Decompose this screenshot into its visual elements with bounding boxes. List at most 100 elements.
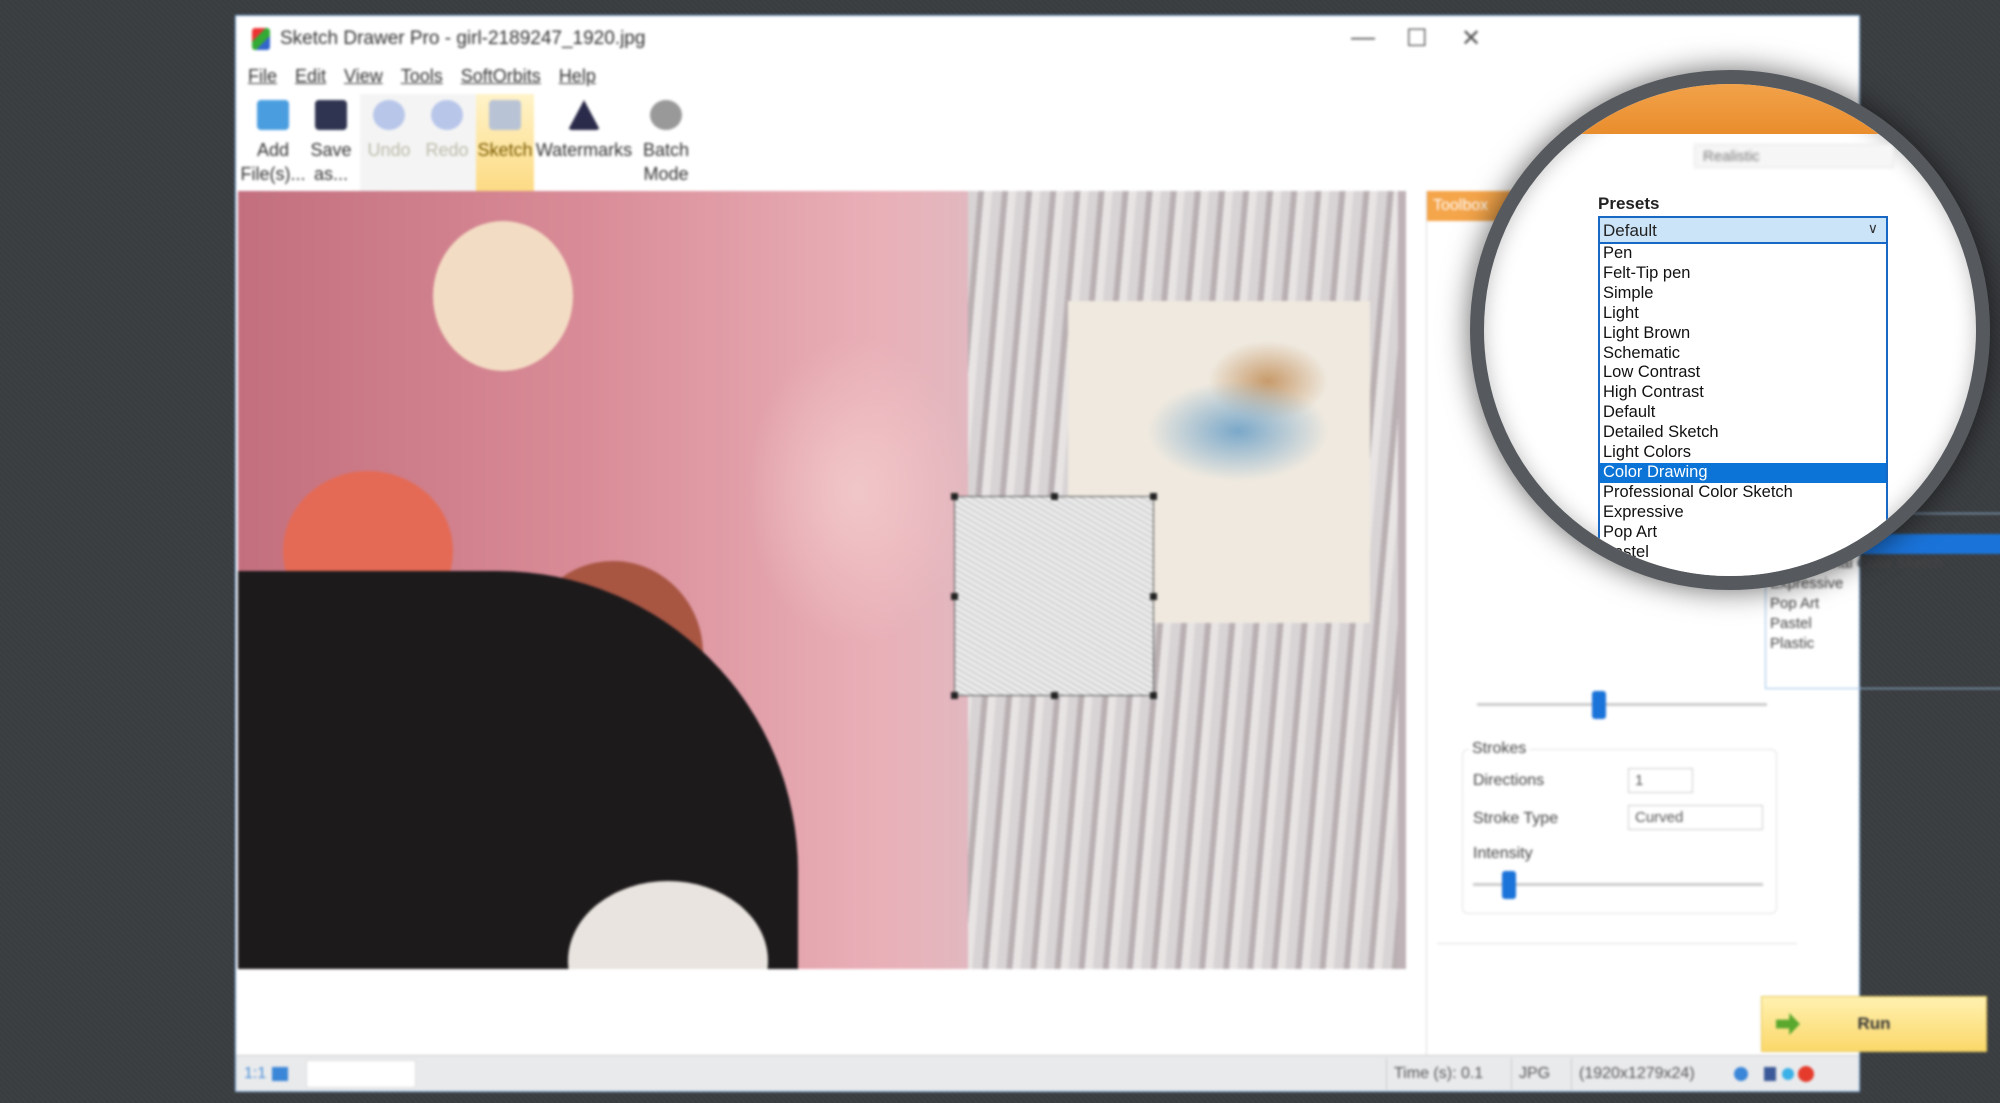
- menu-help[interactable]: Help: [559, 66, 596, 87]
- resize-handle[interactable]: [951, 692, 958, 699]
- save-as-label: Save as...: [310, 140, 352, 184]
- preset-option[interactable]: Pop Art: [1600, 523, 1886, 543]
- preset-option[interactable]: Schematic: [1600, 344, 1886, 364]
- fit-icon[interactable]: [272, 1067, 288, 1081]
- preset-option[interactable]: Pastel: [1600, 543, 1886, 563]
- watermarks-label: Watermarks: [535, 140, 633, 160]
- slider-thumb[interactable]: [1592, 691, 1606, 719]
- divider: [1511, 1058, 1512, 1090]
- resize-handle[interactable]: [1150, 692, 1157, 699]
- preset-option[interactable]: Low Contrast: [1600, 363, 1886, 383]
- add-files-label: Add File(s)...: [240, 140, 306, 184]
- redo-icon: [431, 100, 463, 130]
- run-arrow-icon: [1776, 1013, 1800, 1035]
- time-status: Time (s): 0.1: [1394, 1065, 1484, 1082]
- watermarks-button[interactable]: Watermarks: [534, 94, 634, 206]
- list-item[interactable]: Pastel: [1766, 614, 2000, 634]
- undo-label: Undo: [367, 140, 411, 160]
- toolbox-header-magnified: [1484, 84, 1976, 134]
- sketch-button[interactable]: Sketch: [476, 94, 534, 206]
- directions-label: Directions: [1473, 772, 1545, 789]
- sketch-preview-selection[interactable]: [951, 493, 1157, 699]
- stroke-type-select[interactable]: Curved: [1628, 805, 1763, 830]
- menu-softorbits[interactable]: SoftOrbits: [461, 66, 541, 87]
- canvas-empty-area: [238, 969, 1406, 1059]
- sketch-label: Sketch: [477, 140, 533, 160]
- slider-thumb[interactable]: [1502, 871, 1516, 899]
- preset-option[interactable]: Felt-Tip pen: [1600, 264, 1886, 284]
- preset-option[interactable]: Expressive: [1600, 503, 1886, 523]
- preset-option[interactable]: Light Colors: [1600, 443, 1886, 463]
- window-title: Sketch Drawer Pro - girl-2189247_1920.jp…: [280, 28, 646, 49]
- run-button[interactable]: Run: [1761, 996, 1987, 1052]
- strokes-group: Strokes Directions 1 Stroke Type Curved …: [1462, 740, 1777, 914]
- title-bar: Sketch Drawer Pro - girl-2189247_1920.jp…: [236, 16, 1859, 62]
- status-bar: 1:1 Time (s): 0.1 JPG (1920x1279x24): [236, 1055, 1859, 1091]
- preset-option[interactable]: Color Drawing: [1600, 462, 1886, 483]
- menu-edit[interactable]: Edit: [295, 66, 326, 87]
- batch-mode-label: Batch Mode: [642, 140, 690, 184]
- menu-bar: File Edit View Tools SoftOrbits Help: [248, 66, 596, 87]
- magnifier-lens: Realistic Presets Default ∨ Pen Felt-Tip …: [1470, 70, 1990, 590]
- preset-option[interactable]: Default: [1600, 403, 1886, 423]
- list-item[interactable]: Pop Art: [1766, 594, 2000, 614]
- close-button[interactable]: ✕: [1461, 24, 1481, 53]
- zoom-slider[interactable]: [306, 1060, 416, 1088]
- intensity-slider[interactable]: [1473, 871, 1763, 899]
- slider[interactable]: [1477, 691, 1767, 719]
- app-icon: [252, 28, 270, 50]
- image-canvas[interactable]: [238, 191, 1406, 969]
- list-item[interactable]: Plastic: [1766, 634, 2000, 654]
- style-combo-magnified[interactable]: Realistic: [1694, 144, 1894, 168]
- maximize-button[interactable]: ☐: [1406, 24, 1428, 53]
- minimize-button[interactable]: —: [1351, 24, 1375, 52]
- undo-icon: [373, 100, 405, 130]
- resize-handle[interactable]: [951, 593, 958, 600]
- presets-options-list[interactable]: Pen Felt-Tip pen Simple Light Light Brown Sch…: [1598, 244, 1888, 576]
- gear-icon: [650, 100, 682, 130]
- resize-handle[interactable]: [1150, 593, 1157, 600]
- folder-open-icon: [257, 100, 289, 130]
- directions-spinner[interactable]: 1: [1628, 768, 1693, 793]
- dimensions-status: (1920x1279x24): [1579, 1065, 1695, 1082]
- info-icon[interactable]: [1734, 1067, 1748, 1081]
- preset-option[interactable]: Simple: [1600, 284, 1886, 304]
- preset-option[interactable]: Light: [1600, 304, 1886, 324]
- resize-handle[interactable]: [951, 493, 958, 500]
- preset-option[interactable]: Professional Color Sketch: [1600, 483, 1886, 503]
- divider: [1437, 943, 1797, 944]
- batch-mode-button[interactable]: Batch Mode: [634, 94, 698, 206]
- undo-button[interactable]: Undo: [360, 94, 418, 206]
- chevron-down-icon[interactable]: ∨: [1868, 220, 1878, 237]
- add-files-button[interactable]: Add File(s)...: [241, 94, 306, 206]
- resize-handle[interactable]: [1051, 493, 1058, 500]
- divider: [1571, 1058, 1572, 1090]
- preset-option[interactable]: High Contrast: [1600, 383, 1886, 403]
- strokes-title: Strokes: [1469, 740, 1530, 758]
- preset-option[interactable]: Light Brown: [1600, 324, 1886, 344]
- resize-handle[interactable]: [1150, 493, 1157, 500]
- youtube-icon[interactable]: [1798, 1066, 1814, 1082]
- sketch-icon: [489, 100, 521, 130]
- preset-option[interactable]: Pen: [1600, 244, 1886, 264]
- decor-ball: [433, 221, 573, 371]
- menu-view[interactable]: View: [344, 66, 383, 87]
- watermark-icon: [568, 100, 600, 130]
- menu-tools[interactable]: Tools: [401, 66, 443, 87]
- format-status: JPG: [1519, 1065, 1551, 1082]
- facebook-icon[interactable]: [1764, 1067, 1776, 1081]
- presets-selected-value: Default: [1603, 221, 1657, 240]
- preset-option[interactable]: Detailed Sketch: [1600, 423, 1886, 443]
- twitter-icon[interactable]: [1782, 1068, 1794, 1080]
- intensity-label: Intensity: [1473, 845, 1533, 862]
- presets-label: Presets: [1598, 194, 1660, 213]
- run-label: Run: [1857, 1014, 1891, 1033]
- presets-dropdown[interactable]: Default ∨: [1598, 216, 1888, 244]
- save-as-button[interactable]: Save as...: [302, 94, 360, 206]
- zoom-1to1-icon[interactable]: 1:1: [244, 1065, 266, 1083]
- sliders-icon: [1539, 194, 1575, 228]
- redo-label: Redo: [425, 140, 469, 160]
- resize-handle[interactable]: [1051, 692, 1058, 699]
- menu-file[interactable]: File: [248, 66, 277, 87]
- redo-button[interactable]: Redo: [418, 94, 476, 206]
